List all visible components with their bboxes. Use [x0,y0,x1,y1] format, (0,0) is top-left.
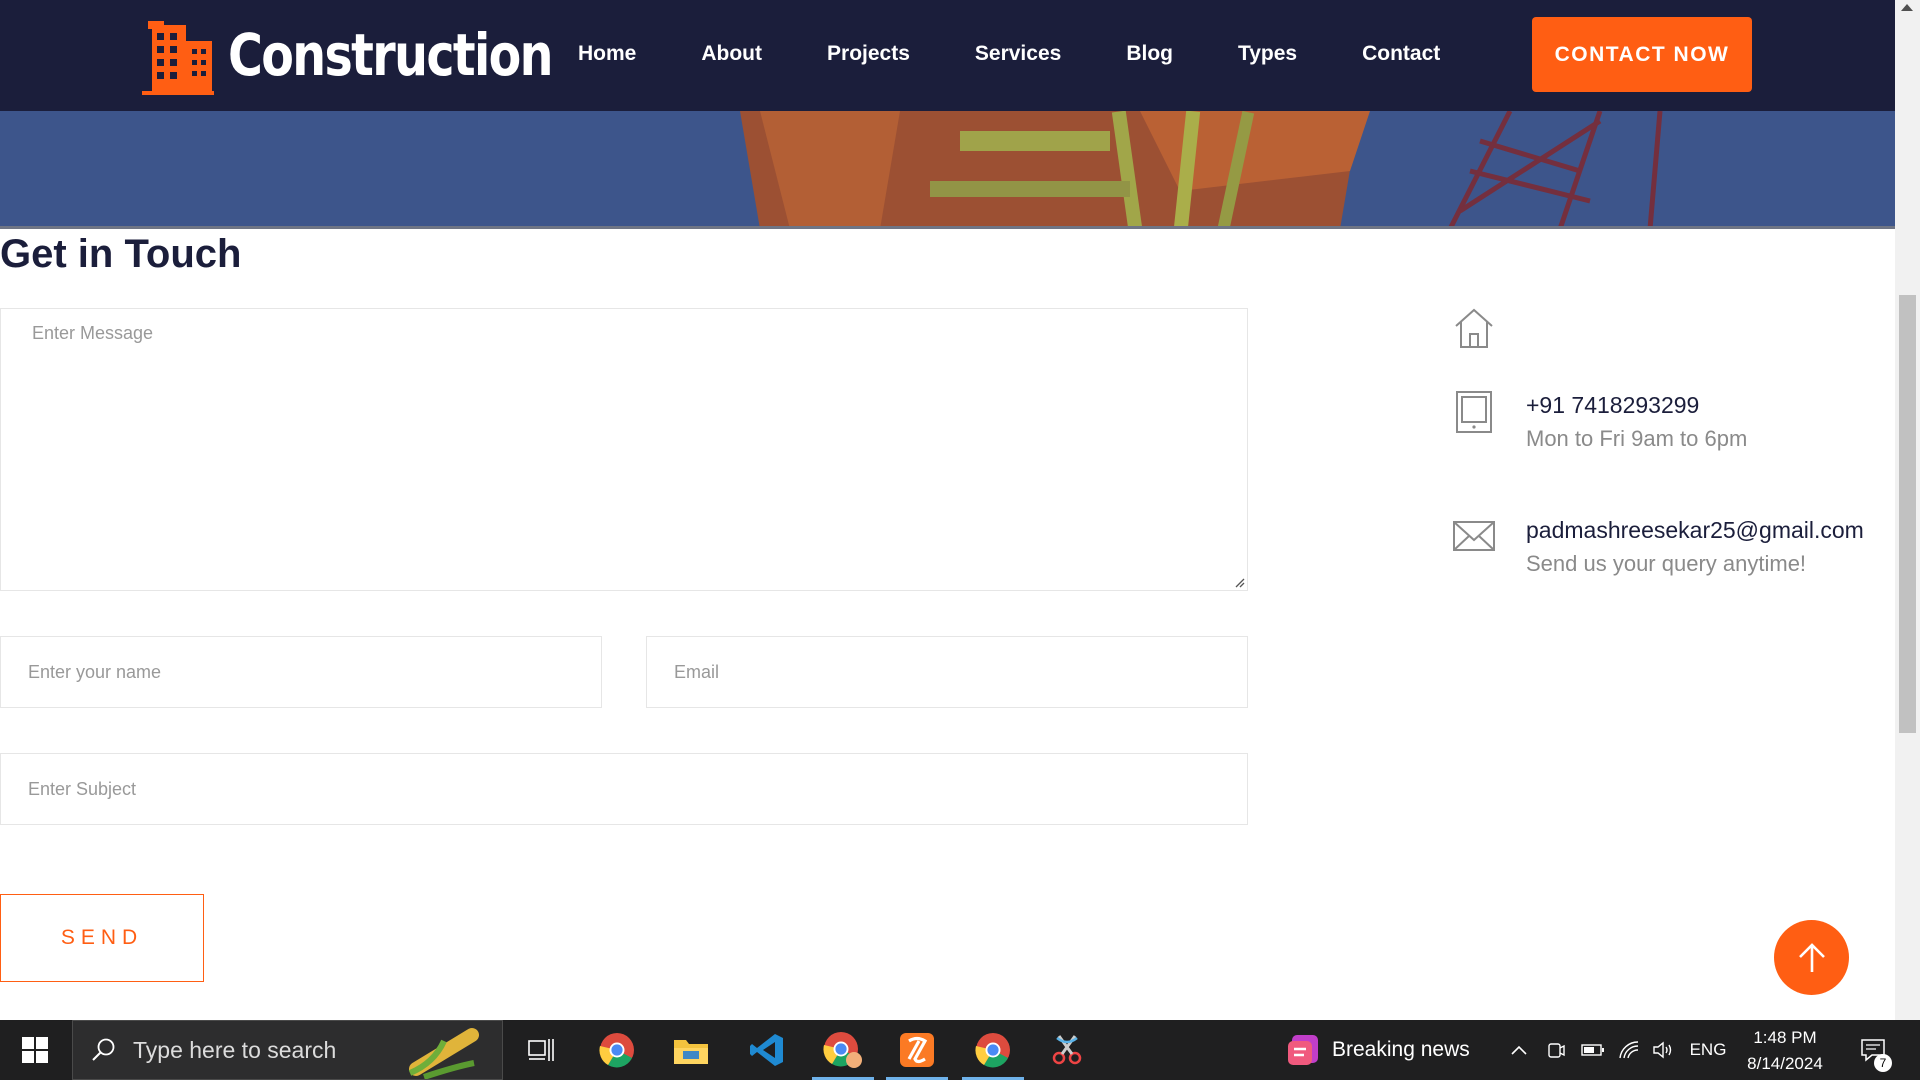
logo-text: Construction [228,21,554,89]
back-to-top-button[interactable] [1774,920,1849,995]
search-placeholder: Type here to search [133,1036,337,1063]
site-header: Construction Home About Projects Service… [0,0,1895,111]
start-button[interactable] [0,1020,70,1080]
taskbar-chrome-2[interactable] [962,1020,1024,1080]
news-icon [1288,1035,1318,1065]
taskbar-file-explorer[interactable] [660,1020,722,1080]
speaker-icon [1653,1041,1672,1059]
meet-now-button[interactable] [1542,1020,1570,1080]
tablet-icon [1456,391,1492,433]
building-logo-icon [142,21,214,95]
taskbar-xampp[interactable] [886,1020,948,1080]
resize-grip-icon[interactable] [1231,574,1245,588]
notification-count-badge: 7 [1874,1054,1892,1072]
subject-input[interactable] [0,753,1248,825]
taskbar-snipping-tool[interactable] [1036,1020,1098,1080]
nav-home[interactable]: Home [578,42,636,66]
scissors-icon [1052,1035,1082,1065]
name-input[interactable] [0,636,602,708]
arrow-up-icon [1798,942,1825,972]
mail-icon [1453,521,1495,551]
battery-icon [1581,1044,1604,1056]
chrome-profile-icon [823,1032,862,1068]
network-status[interactable] [1614,1020,1644,1080]
hero-divider [0,226,1895,229]
battery-status[interactable] [1578,1020,1608,1080]
phone-hours: Mon to Fri 9am to 6pm [1526,426,1748,451]
volume-control[interactable] [1648,1020,1678,1080]
email-input[interactable] [646,636,1248,708]
language-label: ENG [1689,1040,1727,1059]
site-logo[interactable]: Construction [142,14,623,96]
send-button[interactable]: SEND [0,894,204,982]
taskbar-vscode[interactable] [736,1020,798,1080]
news-label: Breaking news [1332,1038,1470,1061]
chrome-icon [975,1033,1010,1068]
contact-now-button[interactable]: CONTACT NOW [1532,17,1752,92]
section-title: Get in Touch [0,232,242,276]
news-widget[interactable]: Breaking news [1286,1020,1470,1080]
page-scrollbar[interactable] [1895,0,1920,1020]
nav-services[interactable]: Services [975,42,1061,66]
nav-blog[interactable]: Blog [1126,42,1173,66]
taskbar-search[interactable]: Type here to search [72,1020,503,1080]
show-hidden-icons-button[interactable] [1506,1020,1532,1080]
meet-now-icon [1548,1043,1565,1058]
home-icon [1455,308,1493,348]
nav-projects[interactable]: Projects [827,42,910,66]
scroll-thumb[interactable] [1899,295,1916,733]
email-note: Send us your query anytime! [1526,551,1807,576]
chrome-icon [599,1033,634,1068]
task-view-icon [528,1039,554,1061]
chevron-up-icon [1511,1045,1527,1055]
taskbar-chrome-profile[interactable] [812,1020,874,1080]
hero-banner-image [0,111,1895,229]
construction-workers-photo [0,111,1895,229]
phone-number: +91 7418293299 [1526,392,1700,418]
nav-types[interactable]: Types [1238,42,1297,66]
message-textarea[interactable] [0,308,1248,591]
folder-icon [674,1040,708,1064]
wifi-icon [1619,1041,1639,1059]
main-nav: Home About Projects Services Blog Types … [578,42,1505,66]
xampp-icon [900,1033,934,1067]
email-address: padmashreesekar25@gmail.com [1526,517,1864,543]
windows-logo-icon [22,1037,48,1063]
language-indicator[interactable]: ENG [1686,1020,1730,1080]
taskbar-chrome-1[interactable] [586,1020,648,1080]
vscode-icon [750,1034,783,1066]
corn-icon [408,1028,479,1079]
action-center-button[interactable]: 7 [1848,1020,1898,1080]
nav-about[interactable]: About [701,42,762,66]
windows-taskbar: Type here to search Breaking news ENG 1:… [0,1020,1920,1080]
search-icon [92,1038,115,1061]
clock-date: 8/14/2024 [1747,1054,1823,1073]
scroll-up-arrow-icon[interactable] [1901,4,1913,11]
task-view-button[interactable] [510,1020,572,1080]
nav-contact[interactable]: Contact [1362,42,1440,66]
taskbar-clock[interactable]: 1:48 PM 8/14/2024 [1735,1025,1835,1077]
clock-time: 1:48 PM [1753,1028,1817,1047]
